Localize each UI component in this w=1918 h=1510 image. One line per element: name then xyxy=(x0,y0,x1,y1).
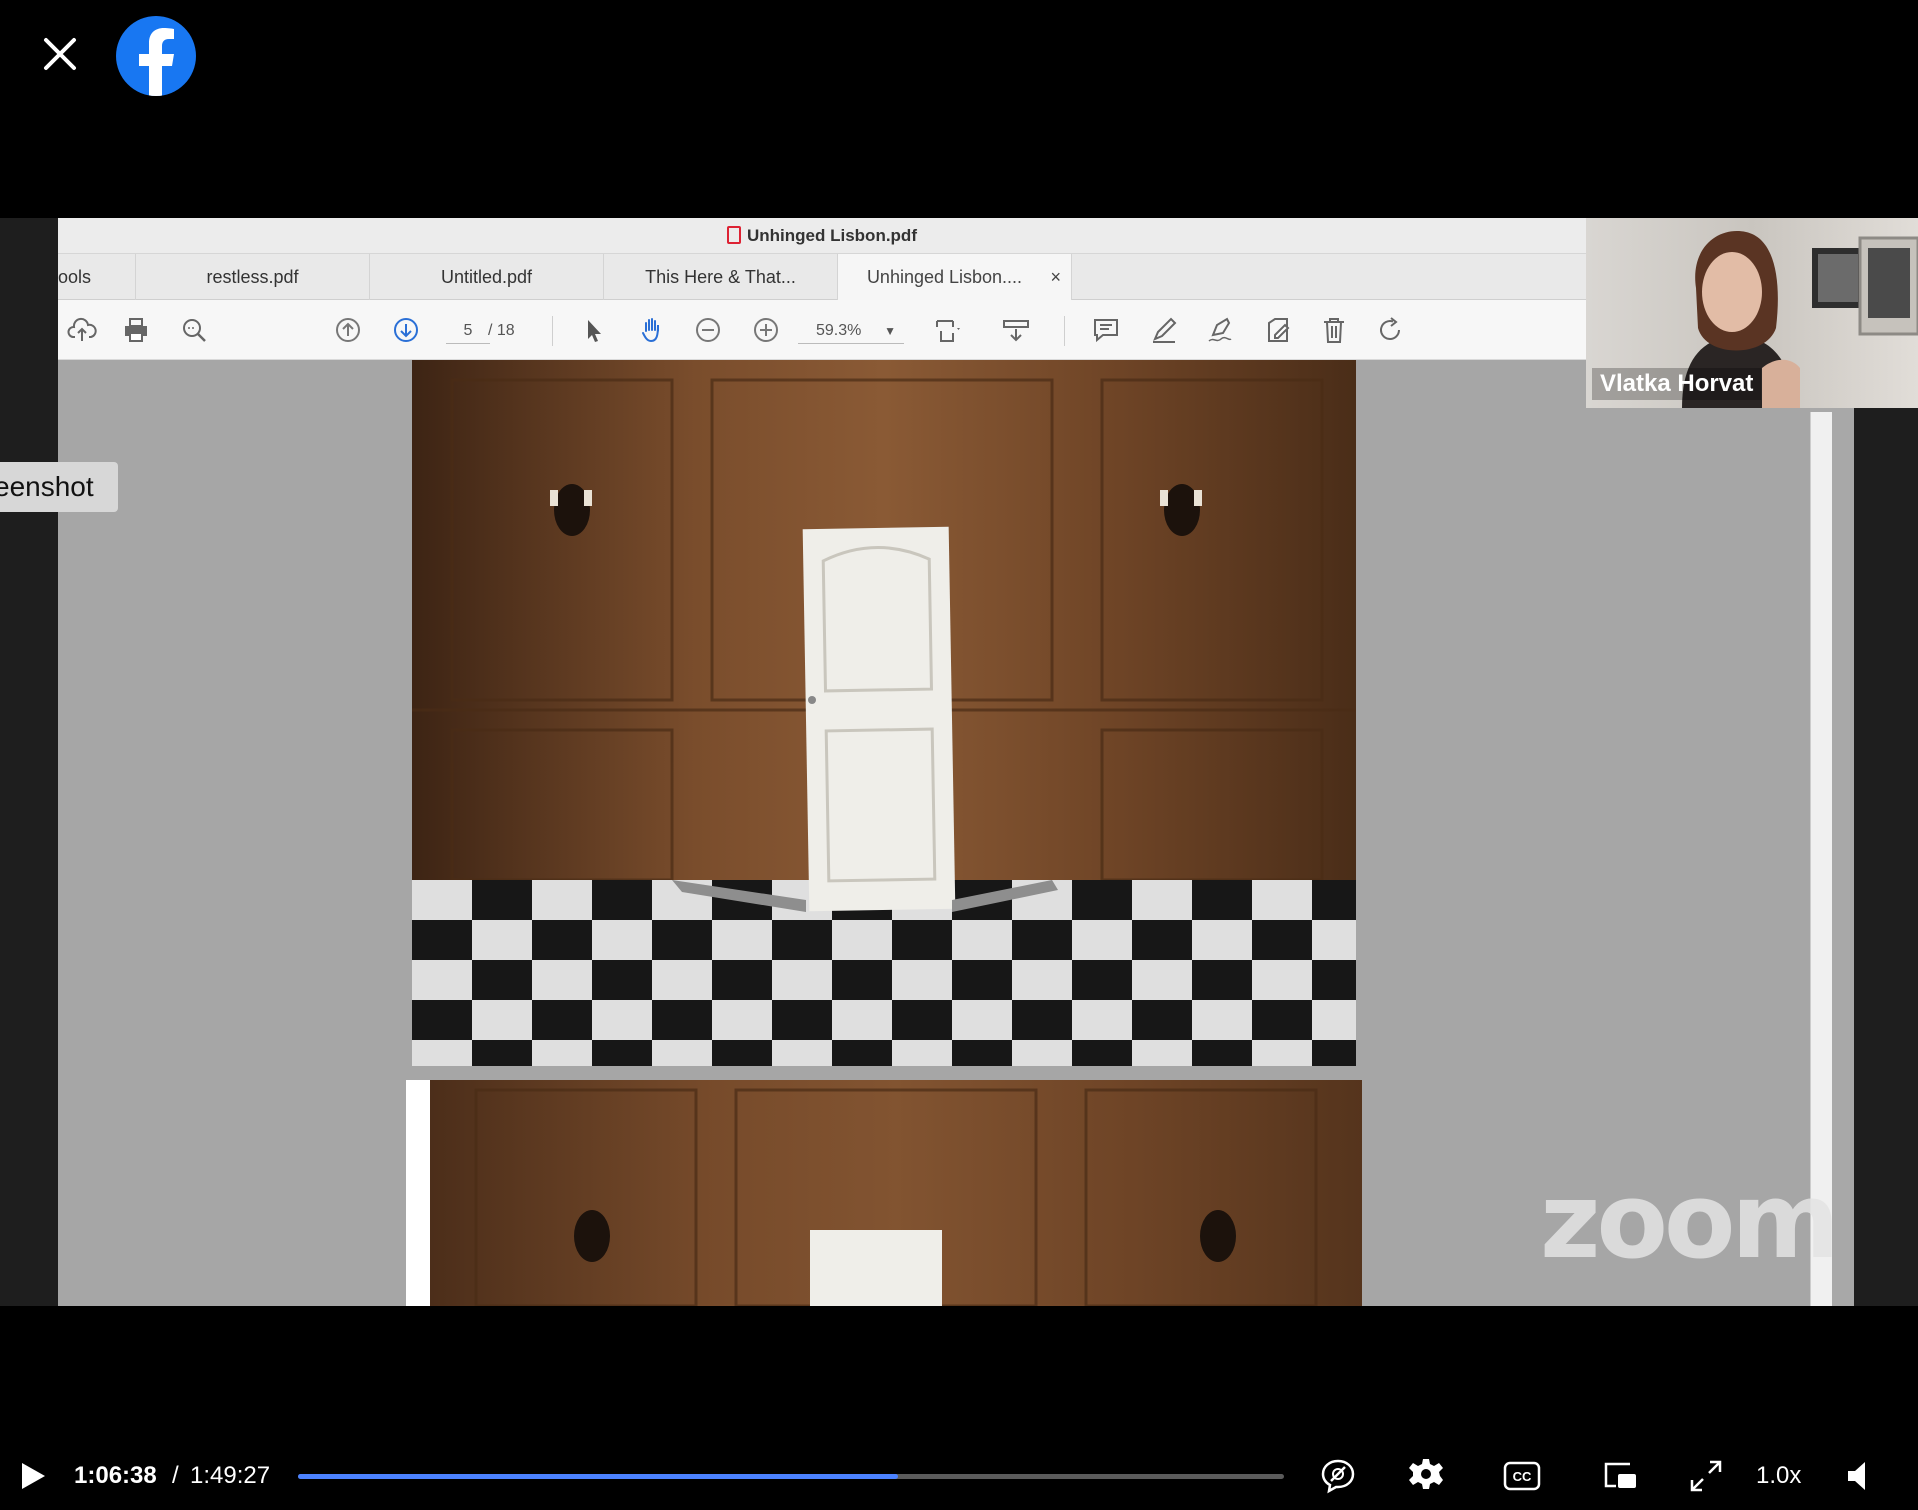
chevron-down-icon: ▼ xyxy=(884,324,896,338)
zoom-search-icon[interactable] xyxy=(176,312,212,348)
next-page-icon[interactable] xyxy=(388,312,424,348)
video-frame[interactable]: Unhinged Lisbon.pdf ools restless.pdf Un… xyxy=(0,218,1918,1306)
left-edge xyxy=(0,218,58,1306)
tab-untitled[interactable]: Untitled.pdf xyxy=(370,254,604,300)
zoom-in-icon[interactable] xyxy=(748,312,784,348)
sign-pen-icon[interactable] xyxy=(1202,312,1238,348)
close-icon[interactable] xyxy=(38,32,82,76)
select-arrow-icon[interactable] xyxy=(576,312,612,348)
page-total: / 18 xyxy=(488,322,515,339)
live-chat-icon[interactable] xyxy=(1316,1454,1360,1498)
facebook-logo xyxy=(116,16,196,96)
zoom-watermark: zoom xyxy=(1540,1160,1840,1282)
progress-bar[interactable] xyxy=(298,1474,1284,1479)
tab-close-icon[interactable]: × xyxy=(1050,254,1061,300)
progress-fill xyxy=(298,1474,899,1479)
tab-restless[interactable]: restless.pdf xyxy=(136,254,370,300)
player-controls: 1:06:38 / 1:49:27 CC 1.0x xyxy=(0,1440,1918,1510)
comment-icon[interactable] xyxy=(1088,312,1124,348)
closed-captions-icon[interactable]: CC xyxy=(1500,1454,1544,1498)
tab-label: Untitled.pdf xyxy=(440,267,533,287)
page-number-input[interactable]: 5 xyxy=(446,318,490,344)
tab-unhinged-lisbon[interactable]: Unhinged Lisbon.... × xyxy=(838,254,1072,300)
edit-document-icon[interactable] xyxy=(1260,312,1296,348)
time-separator: / xyxy=(172,1462,179,1489)
pdf-file-icon xyxy=(727,226,742,244)
pdf-page-image xyxy=(406,1080,1362,1306)
svg-text:CC: CC xyxy=(1513,1469,1532,1484)
zoom-level-value: 59.3% xyxy=(816,322,862,339)
tab-label: This Here & That... xyxy=(645,267,796,287)
fit-page-icon[interactable] xyxy=(930,312,966,348)
right-edge xyxy=(1854,360,1918,1306)
print-icon[interactable] xyxy=(118,312,154,348)
hand-tool-icon[interactable] xyxy=(634,312,670,348)
tab-label: restless.pdf xyxy=(206,267,299,287)
pdf-viewer-window: Unhinged Lisbon.pdf ools restless.pdf Un… xyxy=(58,218,1854,1306)
playback-speed[interactable]: 1.0x xyxy=(1756,1460,1801,1492)
fullscreen-icon[interactable] xyxy=(1684,1454,1728,1498)
picture-in-picture-icon[interactable] xyxy=(1598,1454,1642,1498)
play-icon[interactable] xyxy=(14,1458,50,1494)
participant-name: Vlatka Horvat xyxy=(1592,368,1762,400)
rotate-icon[interactable] xyxy=(1372,312,1408,348)
current-time: 1:06:38 xyxy=(74,1462,157,1489)
upload-cloud-icon[interactable] xyxy=(64,312,100,348)
total-time: 1:49:27 xyxy=(190,1462,271,1489)
zoom-out-icon[interactable] xyxy=(690,312,726,348)
trash-icon[interactable] xyxy=(1316,312,1352,348)
toolbar-divider xyxy=(1064,316,1065,346)
tab-label: Unhinged Lisbon.... xyxy=(866,267,1023,287)
toolbar-divider xyxy=(552,316,553,346)
zoom-level-select[interactable]: 59.3% ▼ xyxy=(798,318,904,344)
tab-bar: ools restless.pdf Untitled.pdf This Here… xyxy=(58,254,1586,300)
highlight-pen-icon[interactable] xyxy=(1146,312,1182,348)
window-title-bar: Unhinged Lisbon.pdf xyxy=(58,218,1586,254)
scroll-mode-icon[interactable] xyxy=(998,312,1034,348)
pdf-toolbar: 5 / 18 59.3% ▼ xyxy=(58,300,1586,360)
tab-label: ools xyxy=(58,267,92,287)
screenshot-tooltip: eenshot xyxy=(0,462,118,512)
tab-tools[interactable]: ools xyxy=(58,254,136,300)
volume-icon[interactable] xyxy=(1840,1454,1884,1498)
window-title: Unhinged Lisbon.pdf xyxy=(747,226,917,245)
previous-page-icon[interactable] xyxy=(330,312,366,348)
tab-this-here[interactable]: This Here & That... xyxy=(604,254,838,300)
settings-gear-icon[interactable] xyxy=(1404,1454,1448,1498)
pdf-page-image xyxy=(412,360,1356,1066)
